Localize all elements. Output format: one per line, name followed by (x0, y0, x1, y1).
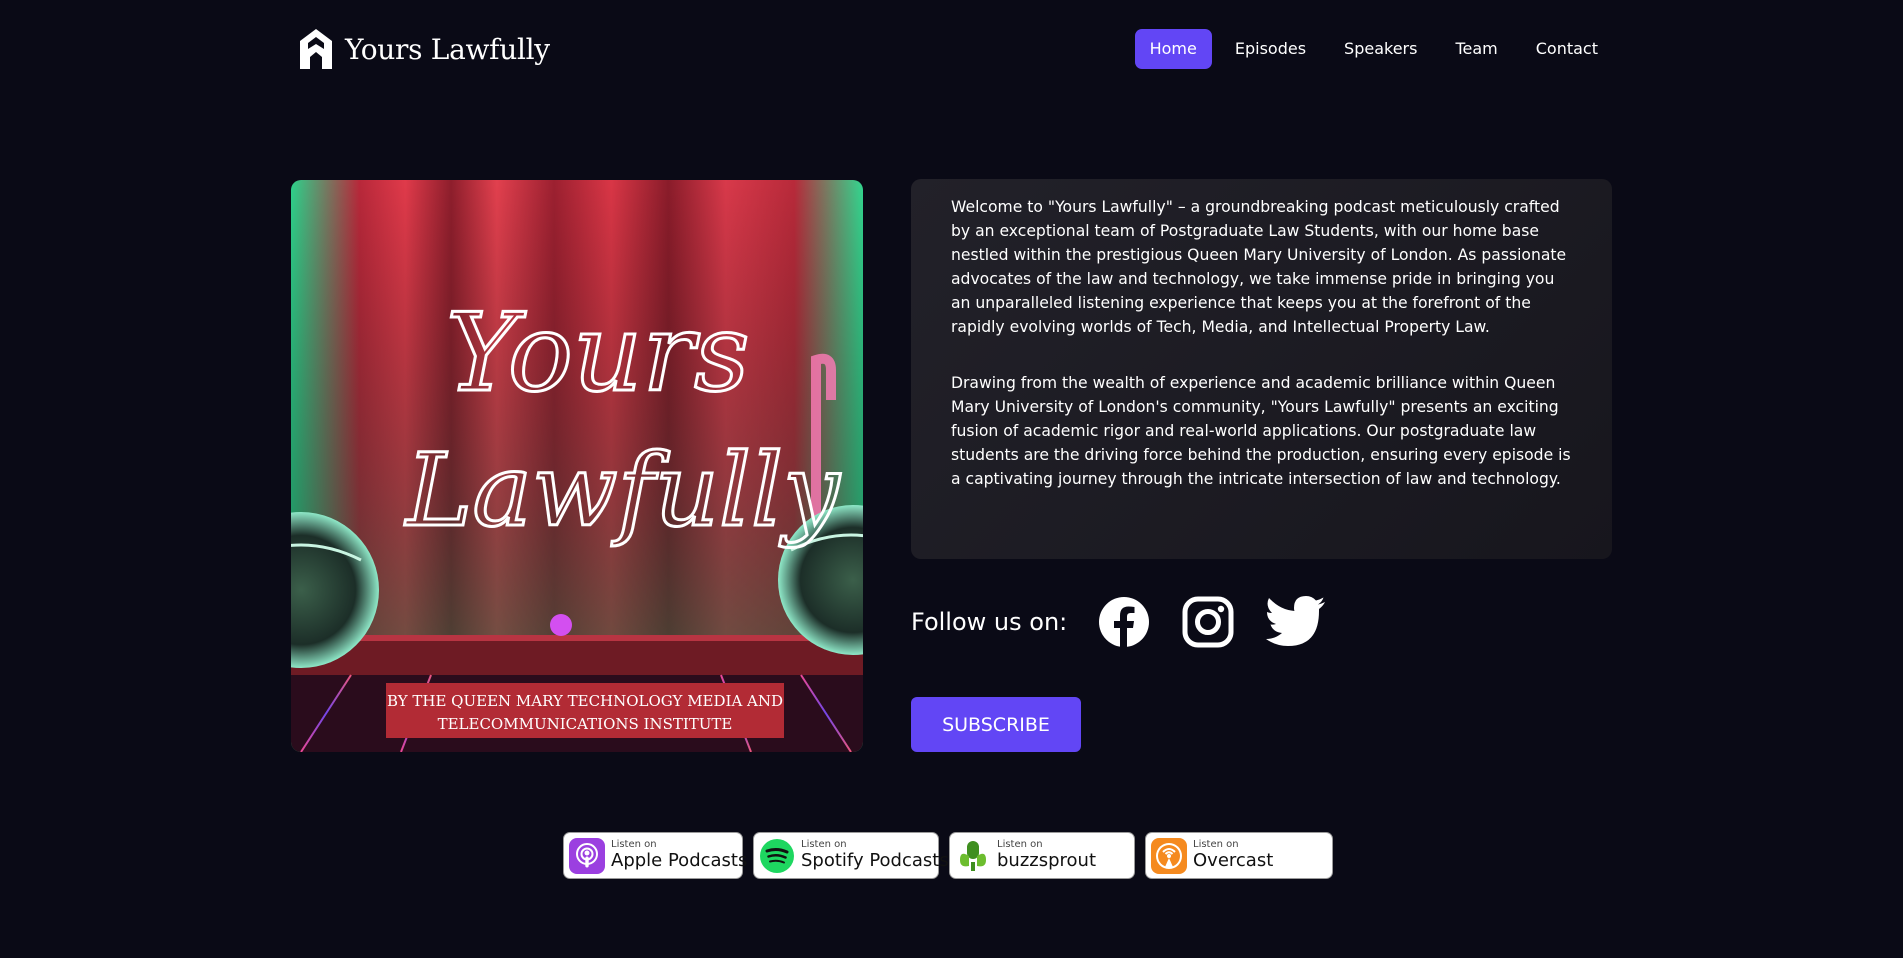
about-paragraph-2: Drawing from the wealth of experience an… (951, 374, 1571, 488)
apple-podcasts-icon (569, 837, 605, 874)
badge-small-text: Listen on (997, 839, 1043, 850)
apple-podcasts-badge[interactable]: Listen on Apple Podcasts (563, 832, 747, 879)
badge-large-text: buzzsprout (997, 850, 1097, 871)
cover-script-line1: Yours (446, 291, 750, 416)
cover-banner-line2: TELECOMMUNICATIONS INSTITUTE (438, 715, 733, 733)
badge-small-text: Listen on (611, 839, 657, 850)
social-links (1098, 596, 1326, 648)
buzzsprout-badge[interactable]: Listen on buzzsprout (949, 832, 1135, 879)
overcast-icon (1151, 837, 1187, 874)
spotify-icon (760, 838, 794, 873)
follow-label: Follow us on: (911, 608, 1068, 636)
badge-small-text: Listen on (801, 839, 847, 850)
podcast-cover-art: Yours Lawfully BY THE QUEEN MARY TECHNOL… (291, 180, 863, 752)
main-nav: Home Episodes Speakers Team Contact (1134, 29, 1613, 69)
buzzsprout-icon (960, 840, 986, 871)
twitter-icon[interactable] (1266, 596, 1326, 648)
logo-mark-icon (300, 29, 332, 69)
badge-large-text: Apple Podcasts (611, 850, 748, 871)
spotify-badge[interactable]: Listen on Spotify Podcasts (753, 832, 949, 879)
nav-contact[interactable]: Contact (1521, 29, 1613, 69)
overcast-badge[interactable]: Listen on Overcast (1145, 832, 1333, 879)
nav-team[interactable]: Team (1440, 29, 1512, 69)
listen-badges: Listen on Apple Podcasts Listen on Spoti… (563, 832, 1333, 879)
site-logo[interactable]: Yours Lawfully (298, 27, 550, 71)
instagram-icon[interactable] (1182, 596, 1234, 648)
nav-episodes[interactable]: Episodes (1220, 29, 1321, 69)
badge-large-text: Overcast (1193, 850, 1274, 871)
nav-home[interactable]: Home (1134, 29, 1212, 69)
badge-small-text: Listen on (1193, 839, 1239, 850)
follow-section: Follow us on: (911, 596, 1326, 648)
facebook-icon[interactable] (1098, 596, 1150, 648)
logo-text: Yours Lawfully (345, 32, 550, 66)
about-card: Welcome to "Yours Lawfully" – a groundbr… (911, 179, 1612, 559)
badge-large-text: Spotify Podcasts (801, 850, 949, 871)
subscribe-button[interactable]: SUBSCRIBE (911, 697, 1081, 752)
cover-script-line2: Lawfully (404, 432, 841, 549)
about-paragraph-1: Welcome to "Yours Lawfully" – a groundbr… (951, 198, 1567, 336)
cover-illustration: Yours Lawfully BY THE QUEEN MARY TECHNOL… (291, 180, 863, 752)
nav-speakers[interactable]: Speakers (1329, 29, 1432, 69)
cover-banner-line1: BY THE QUEEN MARY TECHNOLOGY MEDIA AND (387, 692, 783, 710)
